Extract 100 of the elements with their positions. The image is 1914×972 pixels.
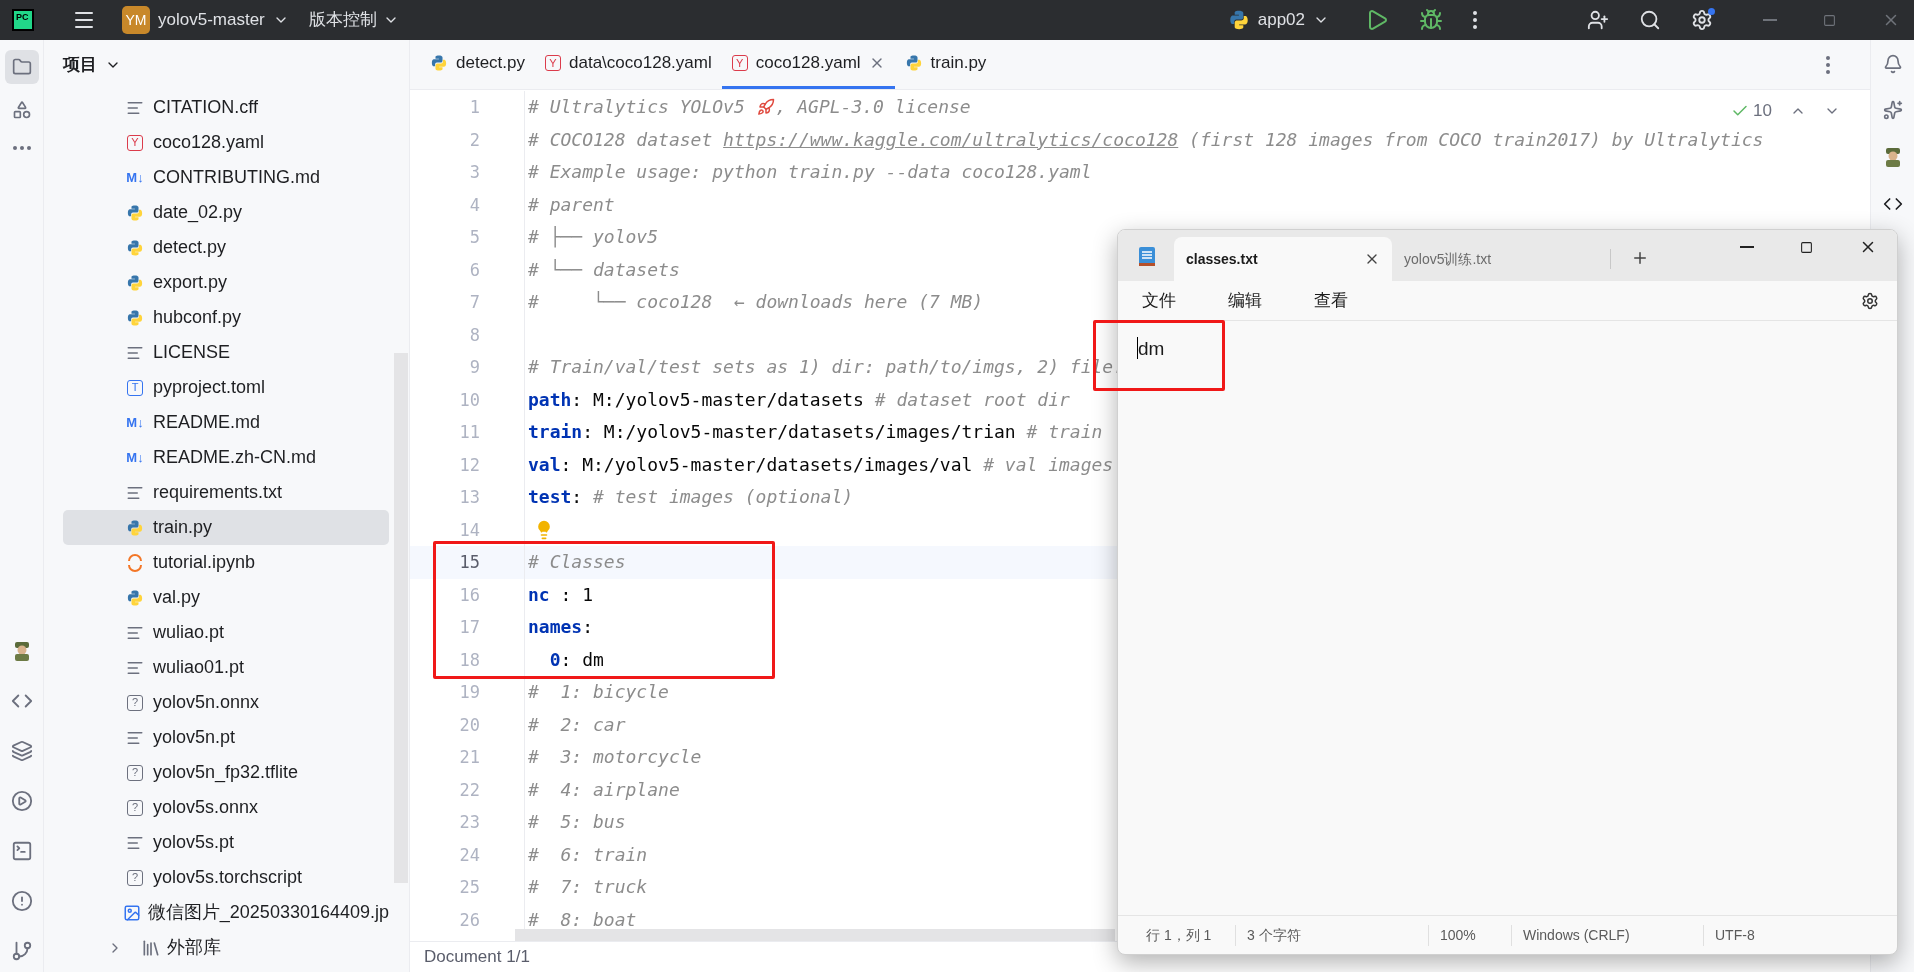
- file-tree-item[interactable]: train.py: [63, 510, 389, 545]
- editor-tab[interactable]: train.py: [894, 40, 997, 89]
- code-line: val: M:/yolov5-master/datasets/images/val # val images: [528, 453, 1114, 476]
- problems-button[interactable]: [10, 890, 33, 912]
- folder-icon: [11, 57, 32, 77]
- menu-item[interactable]: 文件: [1134, 287, 1184, 314]
- status-text: 行 1，列 1: [1145, 925, 1213, 945]
- services-icon: [10, 790, 33, 812]
- file-tree-item[interactable]: export.py: [63, 265, 389, 300]
- new-tab-button[interactable]: [1631, 249, 1649, 267]
- maximize-icon: [1823, 13, 1836, 27]
- text-editor-area[interactable]: dm: [1118, 321, 1897, 915]
- file-tree-item[interactable]: ? yolov5s.torchscript: [63, 860, 389, 895]
- yaml-file-icon: Y: [545, 55, 561, 71]
- app-logo: PC: [12, 9, 34, 31]
- code-line: path: M:/yolov5-master/datasets # dataset root dir: [528, 388, 1070, 411]
- file-tree-item[interactable]: LICENSE: [63, 335, 389, 370]
- inspection-count: 10: [1753, 100, 1772, 122]
- code-comment: # 2: car: [528, 713, 626, 736]
- file-tree-item[interactable]: val.py: [63, 580, 389, 615]
- add-user-button[interactable]: [1587, 9, 1609, 31]
- file-tree-item[interactable]: 外部库: [63, 930, 389, 965]
- file-tree-item[interactable]: ? yolov5n.onnx: [63, 685, 389, 720]
- line-number: 14: [458, 519, 480, 540]
- line-number: 1: [468, 97, 480, 118]
- more-icon: [1473, 11, 1477, 29]
- project-selector[interactable]: YM yolov5-master: [122, 6, 289, 34]
- code-comment: # Ultralytics YOLOv5: [528, 96, 746, 119]
- status-text: Document 1/1: [424, 946, 530, 969]
- line-number: 23: [458, 812, 480, 833]
- line-number: 24: [458, 844, 480, 865]
- code-line: nc : 1: [528, 583, 594, 606]
- menu-item[interactable]: 编辑: [1220, 287, 1270, 314]
- file-tree-item[interactable]: T pyproject.toml: [63, 370, 389, 405]
- structure-tool-button[interactable]: [11, 100, 32, 120]
- editor-tab[interactable]: Y data\coco128.yaml: [535, 40, 722, 89]
- unknown-file-icon: ?: [127, 694, 143, 711]
- editor-tab[interactable]: detect.py: [420, 40, 535, 89]
- notepad-tab[interactable]: yolov5训练.txt: [1392, 237, 1610, 281]
- python-icon: [904, 54, 923, 72]
- line-number: 3: [468, 162, 480, 183]
- toml-file-icon: T: [127, 379, 143, 396]
- line-number: 16: [458, 584, 480, 605]
- code-line: # COCO128 dataset https://www.kaggle.com/ultralytics/coco128 (first 128 images from COCO train2017) by Ultralytics: [528, 128, 1764, 151]
- document-text: dm: [1138, 337, 1165, 361]
- maximize-button[interactable]: [1800, 240, 1813, 254]
- file-tree-item[interactable]: CITATION.cff: [63, 90, 389, 125]
- line-number: 26: [458, 909, 480, 930]
- file-tree-item[interactable]: requirements.txt: [63, 475, 389, 510]
- run-config-selector[interactable]: app02: [1227, 7, 1329, 33]
- sparkle-icon: [1882, 100, 1903, 120]
- file-tree-item[interactable]: M↓ README.zh-CN.md: [63, 440, 389, 475]
- file-tree-item[interactable]: wuliao01.pt: [63, 650, 389, 685]
- notepad-tab[interactable]: classes.txt: [1174, 237, 1392, 281]
- notifications-button[interactable]: [1882, 54, 1903, 74]
- services-button[interactable]: [10, 790, 33, 812]
- file-tree-item[interactable]: date_02.py: [63, 195, 389, 230]
- git-button[interactable]: [10, 940, 33, 962]
- status-text: Windows (CRLF): [1511, 924, 1703, 946]
- settings-icon: [1861, 291, 1879, 310]
- file-tree-item[interactable]: M↓ README.md: [63, 405, 389, 440]
- line-number: 12: [458, 454, 480, 475]
- file-tree-item[interactable]: wuliao.pt: [63, 615, 389, 650]
- minimize-icon: [1763, 19, 1777, 21]
- ai-assistant-button[interactable]: [1882, 100, 1903, 120]
- file-tree-item[interactable]: ? yolov5s.onnx: [63, 790, 389, 825]
- more-tools-button[interactable]: [12, 146, 31, 150]
- structure-icon: [11, 100, 32, 120]
- code-line: 0: dm: [548, 648, 604, 671]
- menu-item[interactable]: 查看: [1306, 287, 1356, 314]
- file-tree-item[interactable]: yolov5s.pt: [63, 825, 389, 860]
- more-button[interactable]: [1473, 11, 1477, 29]
- search-button[interactable]: [1639, 9, 1661, 31]
- maximize-icon: [1800, 240, 1813, 254]
- code-comment: , AGPL-3.0 license: [775, 96, 971, 119]
- layers-button[interactable]: [10, 740, 33, 762]
- file-tree-item[interactable]: ? yolov5n_fp32.tflite: [63, 755, 389, 790]
- file-tree-item[interactable]: tutorial.ipynb: [63, 545, 389, 580]
- editor-tab[interactable]: Y coco128.yaml: [721, 40, 895, 89]
- file-tree-item[interactable]: detect.py: [63, 230, 389, 265]
- plus-icon: [1631, 249, 1649, 267]
- status-text: UTF-8: [1703, 924, 1823, 946]
- line-number: 13: [458, 487, 480, 508]
- file-tree-item[interactable]: Y coco128.yaml: [63, 125, 389, 160]
- vcs-menu[interactable]: 版本控制: [308, 7, 399, 33]
- project-tool-button[interactable]: [4, 50, 39, 84]
- file-tree-item[interactable]: yolov5n.pt: [63, 720, 389, 755]
- line-number: 25: [458, 877, 480, 898]
- file-tree-item[interactable]: M↓ CONTRIBUTING.md: [63, 160, 389, 195]
- unknown-file-icon: ?: [127, 869, 143, 886]
- debug-button[interactable]: [1419, 8, 1443, 32]
- more-icon: [1826, 55, 1830, 74]
- terminal-button[interactable]: [10, 840, 33, 862]
- project-view-selector[interactable]: 项目: [63, 52, 121, 78]
- settings-button[interactable]: [1861, 291, 1879, 310]
- python-icon: [126, 273, 144, 292]
- file-tree-item[interactable]: hubconf.py: [63, 300, 389, 335]
- rocket-icon: [756, 98, 775, 117]
- python-icon: [126, 238, 144, 257]
- file-tree-item[interactable]: 微信图片_20250330164409.jp: [63, 895, 389, 930]
